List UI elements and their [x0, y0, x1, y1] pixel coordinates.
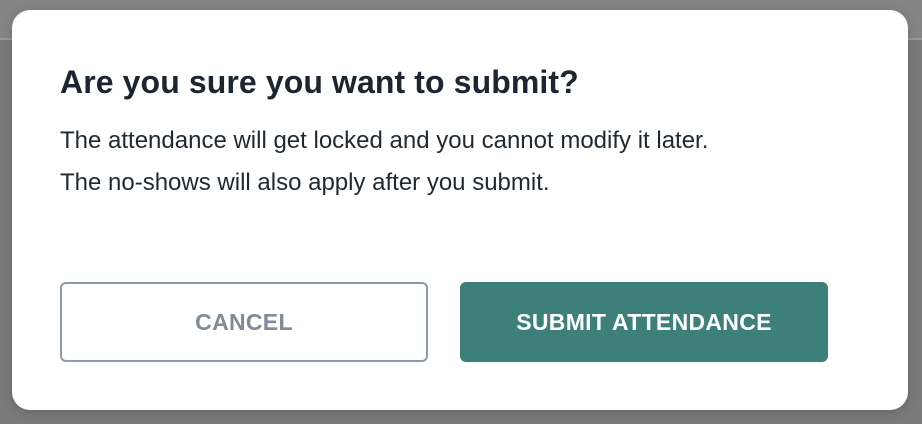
dialog-title: Are you sure you want to submit? [60, 64, 579, 100]
cancel-button[interactable]: CANCEL [60, 282, 428, 362]
dialog-message-line-2: The no-shows will also apply after you s… [60, 169, 550, 196]
dialog-message-line-1: The attendance will get locked and you c… [60, 127, 709, 154]
dialog-message: The attendance will get locked and you c… [60, 120, 708, 204]
submit-attendance-button[interactable]: SUBMIT ATTENDANCE [460, 282, 828, 362]
confirm-submit-dialog: Are you sure you want to submit? The att… [12, 10, 908, 410]
